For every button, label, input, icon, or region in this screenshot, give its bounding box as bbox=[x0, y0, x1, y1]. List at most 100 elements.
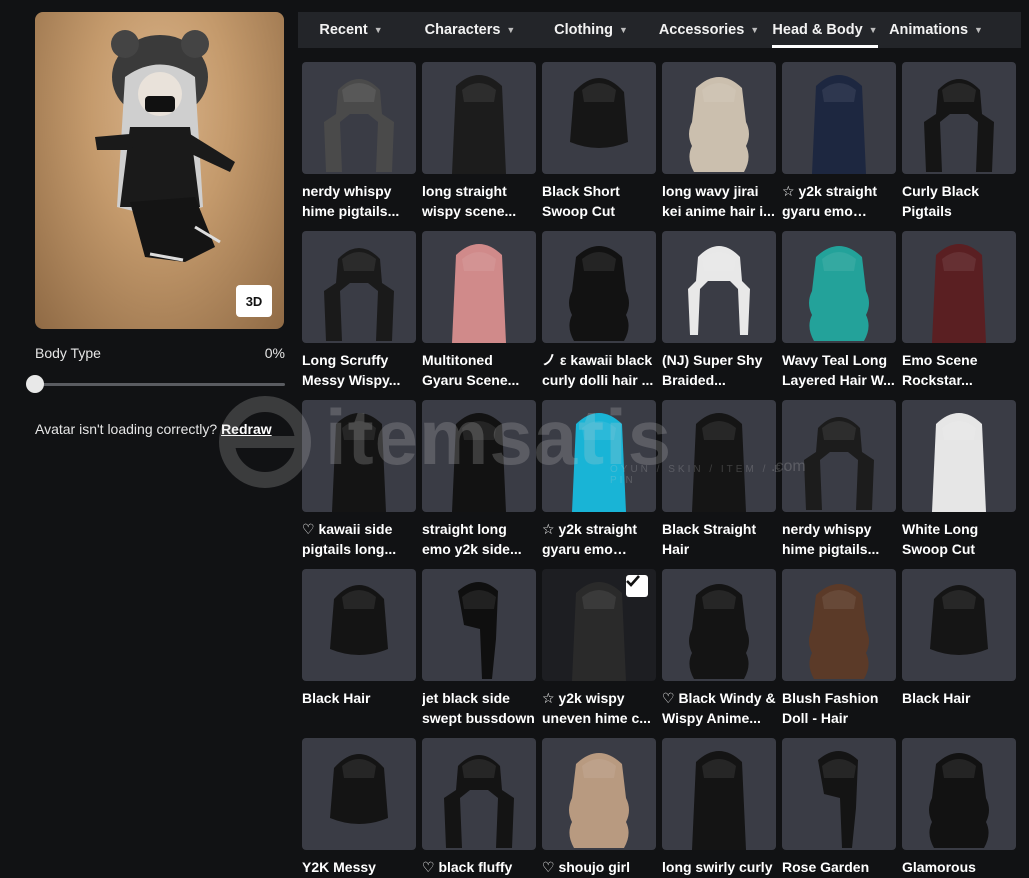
slider-thumb[interactable] bbox=[26, 375, 44, 393]
tab-label: Head & Body bbox=[772, 22, 863, 38]
item-thumbnail[interactable] bbox=[542, 569, 656, 681]
chevron-down-icon: ▼ bbox=[618, 25, 628, 35]
item-thumbnail[interactable] bbox=[542, 62, 656, 174]
hair-thumbnail bbox=[444, 755, 514, 848]
item-card[interactable]: ☆ y2k straight gyaru emo side... bbox=[782, 62, 896, 231]
tab-clothing[interactable]: Clothing ▼ bbox=[536, 12, 646, 48]
item-thumbnail[interactable] bbox=[662, 569, 776, 681]
body-type-label: Body Type bbox=[35, 345, 101, 361]
item-thumbnail[interactable] bbox=[302, 569, 416, 681]
chevron-down-icon: ▼ bbox=[868, 25, 878, 35]
item-thumbnail[interactable] bbox=[422, 231, 536, 343]
item-thumbnail[interactable] bbox=[422, 738, 536, 850]
item-card[interactable]: nerdy whispy hime pigtails... bbox=[782, 400, 896, 569]
item-thumbnail[interactable] bbox=[662, 231, 776, 343]
item-thumbnail[interactable] bbox=[782, 231, 896, 343]
item-card[interactable]: ♡ kawaii side pigtails long... bbox=[302, 400, 416, 569]
item-card[interactable]: Long Scruffy Messy Wispy... bbox=[302, 231, 416, 400]
hair-thumbnail bbox=[929, 753, 989, 848]
item-thumbnail[interactable] bbox=[302, 738, 416, 850]
item-thumbnail[interactable] bbox=[902, 569, 1016, 681]
item-name: nerdy whispy hime pigtails... bbox=[782, 521, 880, 557]
chevron-down-icon: ▼ bbox=[373, 25, 383, 35]
hair-thumbnail bbox=[689, 77, 749, 172]
item-card[interactable]: ♡ Black Windy & Wispy Anime... bbox=[662, 569, 776, 738]
hair-thumbnail bbox=[804, 417, 874, 510]
tab-head-body[interactable]: Head & Body ▼ bbox=[772, 12, 878, 48]
item-card[interactable]: Rose Garden bbox=[782, 738, 896, 878]
item-card[interactable]: ♡ black fluffy bbox=[422, 738, 536, 878]
item-thumbnail[interactable] bbox=[902, 231, 1016, 343]
tab-accessories[interactable]: Accessories ▼ bbox=[646, 12, 772, 48]
item-thumbnail[interactable] bbox=[782, 400, 896, 512]
item-card[interactable]: nerdy whispy hime pigtails... bbox=[302, 62, 416, 231]
item-card[interactable]: Wavy Teal Long Layered Hair W... bbox=[782, 231, 896, 400]
item-thumbnail[interactable] bbox=[902, 738, 1016, 850]
item-card[interactable]: Y2K Messy bbox=[302, 738, 416, 878]
item-card[interactable]: long swirly curly bbox=[662, 738, 776, 878]
item-thumbnail[interactable] bbox=[662, 400, 776, 512]
item-name: ♡ black fluffy bbox=[422, 859, 513, 875]
tab-characters[interactable]: Characters ▼ bbox=[404, 12, 536, 48]
item-card[interactable]: (NJ) Super Shy Braided... bbox=[662, 231, 776, 400]
item-name: Black Straight Hair bbox=[662, 521, 757, 557]
hair-thumbnail bbox=[330, 754, 388, 824]
tab-animations[interactable]: Animations ▼ bbox=[878, 12, 994, 48]
item-thumbnail[interactable] bbox=[782, 62, 896, 174]
item-name: long wavy jirai kei anime hair i... bbox=[662, 183, 775, 219]
item-thumbnail[interactable] bbox=[302, 231, 416, 343]
item-card[interactable]: jet black side swept bussdown bbox=[422, 569, 536, 738]
item-card[interactable]: White Long Swoop Cut bbox=[902, 400, 1016, 569]
hair-thumbnail bbox=[692, 413, 746, 512]
item-thumbnail[interactable] bbox=[422, 569, 536, 681]
tab-label: Characters bbox=[424, 22, 501, 38]
item-thumbnail[interactable] bbox=[302, 400, 416, 512]
item-card[interactable]: Black Hair bbox=[302, 569, 416, 738]
item-name: ☆ y2k straight gyaru emo side... bbox=[782, 183, 878, 219]
hair-thumbnail bbox=[932, 244, 986, 343]
item-card[interactable]: ☆ y2k straight gyaru emo side... bbox=[542, 400, 656, 569]
item-card[interactable]: ♡ shoujo girl bbox=[542, 738, 656, 878]
item-thumbnail[interactable] bbox=[662, 738, 776, 850]
hair-thumbnail bbox=[570, 78, 628, 148]
redraw-link[interactable]: Redraw bbox=[221, 421, 272, 437]
item-thumbnail[interactable] bbox=[302, 62, 416, 174]
item-thumbnail[interactable] bbox=[662, 62, 776, 174]
item-card[interactable]: Glamorous bbox=[902, 738, 1016, 878]
item-thumbnail[interactable] bbox=[542, 738, 656, 850]
item-thumbnail[interactable] bbox=[782, 738, 896, 850]
chevron-down-icon: ▼ bbox=[750, 25, 760, 35]
item-thumbnail[interactable] bbox=[422, 400, 536, 512]
item-thumbnail[interactable] bbox=[902, 62, 1016, 174]
body-type-slider[interactable] bbox=[26, 375, 285, 393]
item-card[interactable]: Black Straight Hair bbox=[662, 400, 776, 569]
item-thumbnail[interactable] bbox=[542, 400, 656, 512]
avatar-preview[interactable]: 3D bbox=[35, 12, 284, 329]
item-name: nerdy whispy hime pigtails... bbox=[302, 183, 400, 219]
avatar-panel: 3D Body Type 0% Avatar isn't loading cor… bbox=[26, 12, 285, 437]
item-card[interactable]: Black Hair bbox=[902, 569, 1016, 738]
hair-thumbnail bbox=[330, 585, 388, 655]
item-card[interactable]: Multitoned Gyaru Scene... bbox=[422, 231, 536, 400]
item-card[interactable]: Emo Scene Rockstar... bbox=[902, 231, 1016, 400]
item-card[interactable]: long wavy jirai kei anime hair i... bbox=[662, 62, 776, 231]
tab-recent[interactable]: Recent ▼ bbox=[298, 12, 404, 48]
item-thumbnail[interactable] bbox=[542, 231, 656, 343]
slider-track[interactable] bbox=[35, 383, 285, 386]
item-thumbnail[interactable] bbox=[782, 569, 896, 681]
body-type-value: 0% bbox=[264, 345, 285, 361]
3d-view-button[interactable]: 3D bbox=[236, 285, 272, 317]
item-name: straight long emo y2k side... bbox=[422, 521, 522, 557]
item-thumbnail[interactable] bbox=[422, 62, 536, 174]
tab-label: Recent bbox=[319, 22, 368, 38]
item-card[interactable]: ☆ y2k wispy uneven hime c... bbox=[542, 569, 656, 738]
item-name: White Long Swoop Cut bbox=[902, 521, 979, 557]
item-name: ♡ kawaii side pigtails long... bbox=[302, 521, 397, 557]
item-thumbnail[interactable] bbox=[902, 400, 1016, 512]
item-card[interactable]: Curly Black Pigtails bbox=[902, 62, 1016, 231]
item-card[interactable]: ノ ε kawaii black curly dolli hair ... bbox=[542, 231, 656, 400]
item-card[interactable]: straight long emo y2k side... bbox=[422, 400, 536, 569]
item-card[interactable]: Blush Fashion Doll - Hair bbox=[782, 569, 896, 738]
item-card[interactable]: long straight wispy scene... bbox=[422, 62, 536, 231]
item-card[interactable]: Black Short Swoop Cut bbox=[542, 62, 656, 231]
